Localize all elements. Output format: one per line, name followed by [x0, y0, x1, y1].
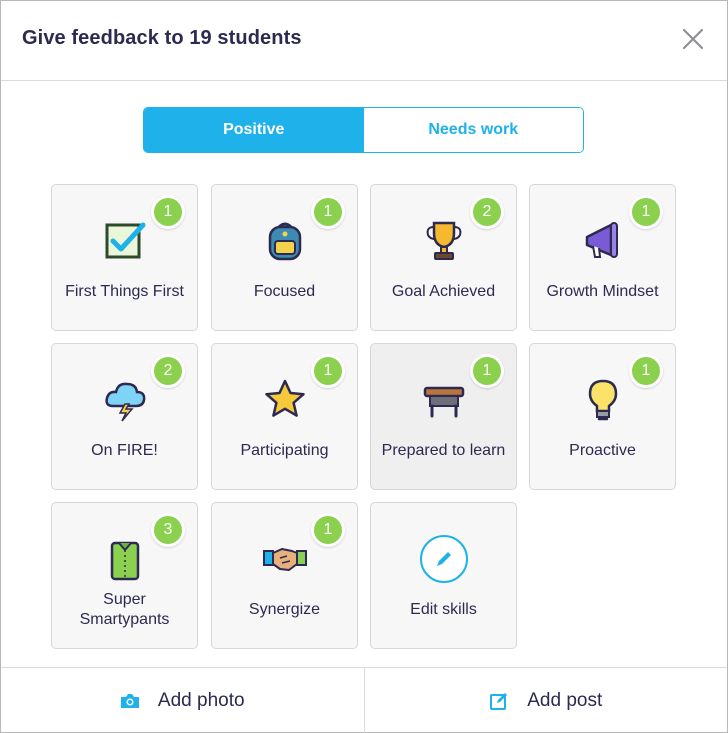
- edit-skills-button[interactable]: Edit skills: [370, 502, 517, 649]
- skill-label: Focused: [253, 283, 316, 300]
- dialog-header: Give feedback to 19 students: [1, 1, 727, 81]
- count-badge: 3: [151, 513, 185, 547]
- skill-label: First Things First: [65, 283, 184, 300]
- skill-label: Goal Achieved: [391, 283, 496, 300]
- count-badge: 2: [470, 195, 504, 229]
- count-badge: 2: [151, 354, 185, 388]
- camera-icon: [120, 693, 140, 709]
- add-photo-button[interactable]: Add photo: [1, 668, 364, 733]
- add-photo-label: Add photo: [157, 689, 245, 711]
- skill-card-synergize[interactable]: Synergize 1: [211, 502, 358, 649]
- feedback-dialog: Give feedback to 19 students Positive Ne…: [0, 0, 728, 733]
- count-badge: 1: [311, 354, 345, 388]
- tab-positive[interactable]: Positive: [144, 108, 364, 152]
- skill-label: Participating: [240, 442, 329, 459]
- skill-card-goal-achieved[interactable]: Goal Achieved 2: [370, 184, 517, 331]
- skill-label: Proactive: [569, 442, 636, 459]
- count-badge: 1: [151, 195, 185, 229]
- count-badge: 1: [470, 354, 504, 388]
- skill-card-focused[interactable]: Focused 1: [211, 184, 358, 331]
- feedback-type-toggle: Positive Needs work: [143, 107, 584, 153]
- pencil-icon: [371, 535, 516, 583]
- close-icon[interactable]: [679, 25, 707, 53]
- count-badge: 1: [629, 195, 663, 229]
- skill-card-on-fire[interactable]: On FIRE! 2: [51, 343, 198, 490]
- count-badge: 1: [629, 354, 663, 388]
- add-post-label: Add post: [527, 689, 603, 711]
- skill-label: Edit skills: [410, 601, 477, 618]
- skill-card-super-smartypants[interactable]: Super Smartypants 3: [51, 502, 198, 649]
- add-post-button[interactable]: Add post: [363, 668, 728, 733]
- skill-label: On FIRE!: [91, 442, 158, 459]
- skill-card-prepared-to-learn[interactable]: Prepared to learn 1: [370, 343, 517, 490]
- skill-label: Growth Mindset: [546, 283, 659, 300]
- skill-label: Synergize: [248, 601, 321, 618]
- skill-card-participating[interactable]: Participating 1: [211, 343, 358, 490]
- skills-grid: First Things First 1 Focused 1 Goal Achi…: [51, 184, 677, 650]
- edit-note-icon: [489, 691, 509, 711]
- skill-card-proactive[interactable]: Proactive 1: [529, 343, 676, 490]
- dialog-footer: Add photo Add post: [1, 667, 727, 733]
- tab-needs-work[interactable]: Needs work: [363, 108, 583, 152]
- count-badge: 1: [311, 195, 345, 229]
- skill-card-first-things-first[interactable]: First Things First 1: [51, 184, 198, 331]
- skill-label: Super Smartypants: [79, 591, 170, 628]
- skill-card-growth-mindset[interactable]: Growth Mindset 1: [529, 184, 676, 331]
- skill-label: Prepared to learn: [381, 442, 506, 459]
- count-badge: 1: [311, 513, 345, 547]
- dialog-title: Give feedback to 19 students: [22, 27, 302, 49]
